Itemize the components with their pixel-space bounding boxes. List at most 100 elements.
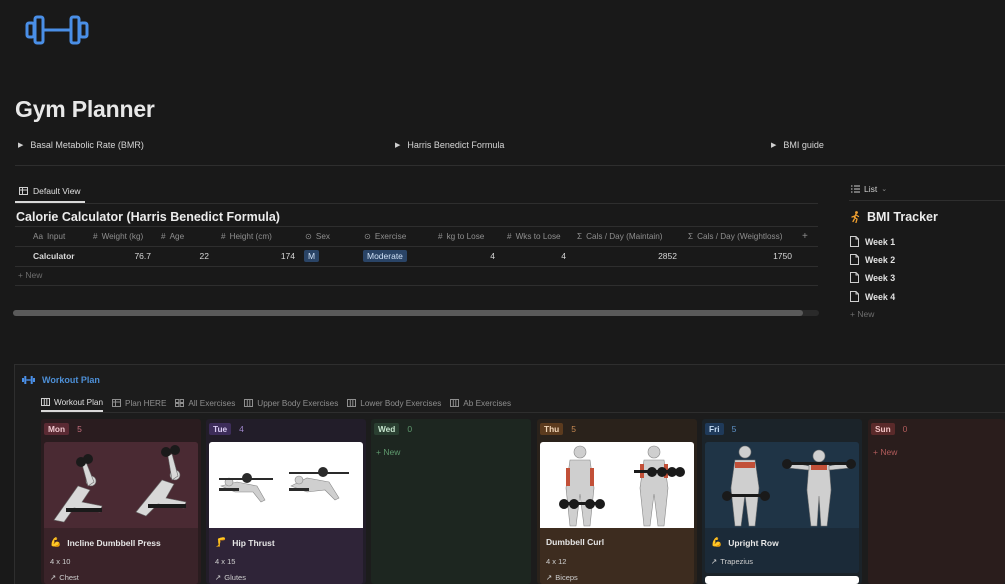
exercise-card[interactable]: Dumbbell Curl 4 x 12 ↗ Biceps: [540, 442, 694, 584]
column-header-weight[interactable]: # Weight (kg): [93, 227, 143, 247]
toggle-bmi-guide[interactable]: ▶ BMI guide: [771, 140, 824, 150]
cell-input[interactable]: Calculator: [33, 247, 75, 266]
day-tag[interactable]: Sun: [871, 423, 895, 435]
divider: [15, 285, 818, 286]
table-row[interactable]: Calculator 76.7 22 174 M Moderate 4 4 28…: [15, 247, 818, 267]
leg-icon: 🦵: [215, 537, 227, 547]
horizontal-scrollbar[interactable]: [13, 310, 819, 316]
tab-workout-plan[interactable]: Workout Plan: [41, 394, 103, 412]
column-header-cals-weightloss[interactable]: Σ Cals / Day (Weightloss): [688, 227, 782, 247]
new-card-button[interactable]: + New: [873, 447, 897, 457]
arm-icon: 💪: [711, 537, 723, 547]
cell-wks-to-lose[interactable]: 4: [507, 247, 566, 266]
exercise-name: Upright Row: [728, 537, 779, 548]
board-icon: [41, 398, 50, 406]
new-row-button[interactable]: + New: [18, 270, 42, 280]
card-body: 💪 Upright Row ↗ Trapezius: [705, 528, 859, 573]
table-icon: [112, 399, 121, 407]
chevron-down-icon: ⌄: [881, 186, 888, 193]
column-header-exercise[interactable]: ⊙ Exercise: [364, 227, 406, 247]
day-tag[interactable]: Tue: [209, 423, 232, 435]
exercise-name: Incline Dumbbell Press: [67, 537, 161, 548]
arm-icon: 💪: [50, 537, 62, 547]
column-count: 0: [902, 424, 908, 434]
tab-all-exercises[interactable]: All Exercises: [175, 394, 235, 412]
cell-kg-to-lose[interactable]: 4: [438, 247, 495, 266]
column-header-height[interactable]: # Height (cm): [221, 227, 272, 247]
card-body: Dumbbell Curl 4 x 12 ↗ Biceps: [540, 528, 694, 584]
exercise-card[interactable]: 🦵 Hip Thrust 4 x 15 ↗ Glutes: [209, 442, 363, 584]
exercise-sets: 4 x 12: [546, 557, 567, 566]
tab-default-view[interactable]: Default View: [15, 181, 85, 203]
page-icon: [850, 254, 859, 265]
tab-plan-here[interactable]: Plan HERE: [112, 394, 166, 412]
column-count: 0: [407, 424, 413, 434]
cell-sex[interactable]: M: [304, 247, 320, 266]
muscle-icon: ↗: [50, 573, 57, 582]
column-header-age[interactable]: # Age: [161, 227, 184, 247]
column-header-wks-to-lose[interactable]: # Wks to Lose: [507, 227, 561, 247]
muscle-group: Biceps: [555, 573, 578, 582]
new-list-item-button[interactable]: + New: [850, 309, 874, 319]
muscle-group: Chest: [59, 573, 79, 582]
day-tag[interactable]: Wed: [374, 423, 400, 435]
bmi-title-text: BMI Tracker: [867, 210, 938, 224]
cell-cals-maintain[interactable]: 2852: [577, 247, 677, 266]
list-item[interactable]: Week 3: [850, 272, 895, 283]
day-tag[interactable]: Thu: [540, 423, 564, 435]
list-icon: [851, 185, 860, 193]
day-tag[interactable]: Fri: [705, 423, 724, 435]
day-tag[interactable]: Mon: [44, 423, 70, 435]
board-column-mon: Mon 5 💪 Incline Dumbbell Press 4 x 10 ↗ Che…: [41, 419, 201, 584]
tab-list-view[interactable]: List ⌄: [851, 184, 887, 194]
workout-plan-title[interactable]: Workout Plan: [22, 375, 100, 385]
gallery-icon: [175, 399, 185, 407]
muscle-icon: ↗: [711, 557, 718, 566]
triangle-right-icon[interactable]: ▶: [771, 141, 776, 149]
exercise-card[interactable]: [705, 576, 859, 584]
toggle-bmr[interactable]: ▶ Basal Metabolic Rate (BMR): [18, 140, 144, 150]
cell-weight[interactable]: 76.7: [93, 247, 151, 266]
toggle-label: Basal Metabolic Rate (BMR): [30, 140, 144, 150]
cell-exercise[interactable]: Moderate: [363, 247, 407, 266]
runner-icon: [851, 211, 860, 223]
list-item[interactable]: Week 2: [850, 254, 895, 265]
column-header-input[interactable]: Aa Input: [33, 227, 65, 247]
column-header-cals-maintain[interactable]: Σ Cals / Day (Maintain): [577, 227, 663, 247]
board-column-fri: Fri 5 💪 Upright Row ↗ Trapezius: [702, 419, 862, 584]
board-column-wed: Wed 0 + New: [371, 419, 531, 584]
tab-lower-body-exercises[interactable]: Lower Body Exercises: [347, 394, 441, 412]
column-count: 5: [731, 424, 737, 434]
tab-upper-body-exercises[interactable]: Upper Body Exercises: [244, 394, 338, 412]
tab-label: List: [864, 184, 878, 194]
column-count: 5: [571, 424, 576, 434]
triangle-right-icon[interactable]: ▶: [395, 141, 400, 149]
add-column-button[interactable]: +: [802, 227, 808, 247]
triangle-right-icon[interactable]: ▶: [18, 141, 23, 149]
list-item[interactable]: Week 4: [850, 291, 895, 302]
cell-age[interactable]: 22: [161, 247, 209, 266]
scrollbar-thumb[interactable]: [13, 310, 803, 316]
divider: [41, 412, 1005, 413]
cell-cals-weightloss[interactable]: 1750: [688, 247, 792, 266]
cell-height[interactable]: 174: [221, 247, 295, 266]
page-icon: [850, 236, 859, 247]
column-header-kg-to-lose[interactable]: # kg to Lose: [438, 227, 484, 247]
page-icon: [850, 272, 859, 283]
exercise-card[interactable]: 💪 Upright Row ↗ Trapezius: [705, 442, 859, 573]
muscle-group: Glutes: [224, 573, 246, 582]
exercise-image: [705, 442, 859, 528]
card-body: 🦵 Hip Thrust 4 x 15 ↗ Glutes: [209, 528, 363, 584]
exercise-card[interactable]: 💪 Incline Dumbbell Press 4 x 10 ↗ Chest: [44, 442, 198, 584]
toggle-harris[interactable]: ▶ Harris Benedict Formula: [395, 140, 504, 150]
bmi-title: BMI Tracker: [851, 210, 938, 224]
column-header-sex[interactable]: ⊙ Sex: [305, 227, 330, 247]
new-card-button[interactable]: + New: [376, 447, 400, 457]
exercise-name: Dumbbell Curl: [546, 537, 605, 547]
list-item[interactable]: Week 1: [850, 236, 895, 247]
database-title: Calorie Calculator (Harris Benedict Form…: [16, 210, 280, 224]
exercise-image: [540, 442, 694, 528]
workout-view-tabs: Workout Plan Plan HERE All Exercises Upp…: [41, 394, 511, 412]
tab-ab-exercises[interactable]: Ab Exercises: [450, 394, 511, 412]
divider: [15, 165, 1005, 166]
